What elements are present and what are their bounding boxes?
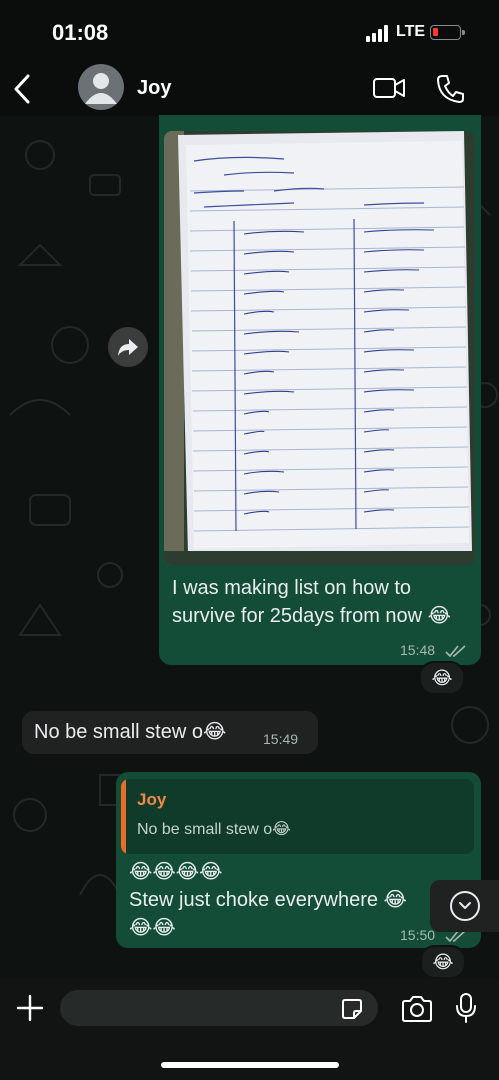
- video-call-icon[interactable]: [372, 75, 406, 101]
- photo-caption: I was making list on how to survive for …: [172, 577, 452, 627]
- sticker-icon[interactable]: [341, 998, 363, 1020]
- reaction-badge[interactable]: 😂: [419, 661, 465, 695]
- scroll-to-bottom-button[interactable]: [430, 880, 499, 932]
- message-input[interactable]: [60, 990, 378, 1026]
- signal-icon: [366, 24, 392, 42]
- phone-call-icon[interactable]: [436, 73, 464, 103]
- network-type: LTE: [396, 23, 426, 40]
- reply-line-2: Stew just choke everywhere 😂: [129, 889, 407, 911]
- status-bar: 01:08 LTE: [0, 0, 499, 62]
- quoted-sender-name: Joy: [137, 790, 167, 809]
- avatar[interactable]: [78, 64, 124, 110]
- incoming-message-time: 15:49: [263, 731, 299, 747]
- notebook-photo[interactable]: [164, 131, 475, 565]
- reply-line-1: 😂😂😂😂: [129, 861, 223, 883]
- reply-reaction-badge[interactable]: 😂: [420, 945, 466, 979]
- home-indicator: [161, 1062, 339, 1068]
- forward-icon: [118, 339, 138, 356]
- quoted-text: No be small stew o😂: [137, 821, 291, 838]
- contact-name[interactable]: Joy: [137, 77, 171, 100]
- quote-accent-bar: [121, 779, 126, 854]
- back-arrow-icon[interactable]: [10, 72, 36, 106]
- chat-header: Joy: [0, 62, 499, 116]
- quoted-message[interactable]: Joy No be small stew o😂: [121, 779, 474, 854]
- reply-line-3: 😂😂: [129, 917, 176, 939]
- status-time: 01:08: [52, 20, 109, 45]
- avatar-placeholder-icon: [85, 73, 117, 104]
- incoming-message-text: No be small stew o😂: [34, 721, 227, 743]
- scroll-down-icon: [450, 891, 480, 921]
- microphone-icon[interactable]: [455, 992, 477, 1024]
- read-receipt-icon: [445, 645, 466, 658]
- camera-icon[interactable]: [400, 995, 434, 1023]
- message-time: 15:48: [400, 642, 436, 658]
- reply-message-time: 15:50: [400, 927, 436, 943]
- forward-button[interactable]: [108, 327, 148, 367]
- notebook-image: [164, 131, 475, 565]
- plus-icon[interactable]: [16, 994, 44, 1022]
- battery-icon: [430, 25, 465, 40]
